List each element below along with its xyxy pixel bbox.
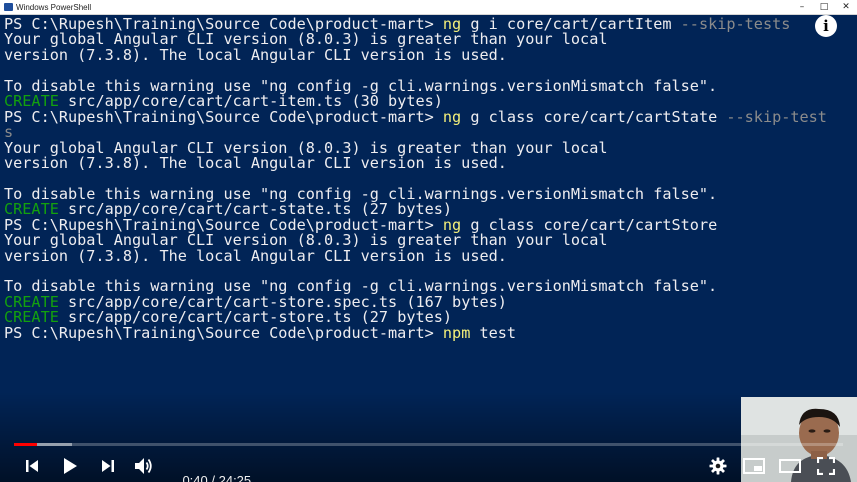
console-line: version (7.3.8). The local Angular CLI v… [4,48,854,63]
console-line: PS C:\Rupesh\Training\Source Code\produc… [4,218,854,233]
play-button[interactable] [56,453,84,479]
miniplayer-button[interactable] [740,453,768,479]
console-text: To disable this warning use "ng config -… [4,78,718,95]
miniplayer-icon [743,458,765,474]
console-text: PS C:\Rupesh\Training\Source Code\produc… [4,17,443,33]
console-text: g i core/cart/cartItem [461,17,681,33]
volume-icon [135,458,152,474]
console-text: src/app/core/cart/cart-item.ts (30 bytes… [58,94,443,110]
progress-played [14,443,37,446]
console-text: Your global Angular CLI version (8.0.3) … [4,140,608,156]
time-separator: / [207,473,219,482]
window-titlebar: Windows PowerShell – □ ✕ [0,0,857,15]
theater-icon [779,459,801,473]
console-output: PS C:\Rupesh\Training\Source Code\produc… [4,17,854,341]
console-text: PS C:\Rupesh\Training\Source Code\produc… [4,109,443,126]
play-icon [64,458,77,474]
create-label: CREATE [4,310,59,326]
console-line: Your global Angular CLI version (8.0.3) … [4,233,854,248]
console-text: s [4,125,14,141]
console-line: version (7.3.8). The local Angular CLI v… [4,156,854,171]
console-line: To disable this warning use "ng config -… [4,79,854,94]
console-line: Your global Angular CLI version (8.0.3) … [4,141,854,156]
console-line: CREATE src/app/core/cart/cart-state.ts (… [4,202,854,217]
console-text: --skip-test [726,109,827,126]
console-line: To disable this warning use "ng config -… [4,279,854,294]
minimize-button[interactable]: – [791,0,813,15]
command-name: ng [442,109,462,126]
console-line: PS C:\Rupesh\Training\Source Code\produc… [4,326,854,341]
console-line: PS C:\Rupesh\Training\Source Code\produc… [4,110,854,125]
player-controls: 0:40 / 24:25 [0,450,857,482]
gear-icon [709,457,727,475]
volume-button[interactable] [130,453,158,479]
console-line: s [4,125,854,140]
fullscreen-icon [817,457,835,475]
console-text: PS C:\Rupesh\Training\Source Code\produc… [4,325,443,342]
console-text: g class core/cart/cartState [461,109,727,126]
progress-bar[interactable] [14,443,843,446]
command-name: npm [442,325,471,342]
next-button[interactable] [94,453,122,479]
time-display: 0:40 / 24:25 [168,458,251,482]
current-time: 0:40 [182,473,208,482]
console-text: PS C:\Rupesh\Training\Source Code\produc… [4,217,443,234]
console-text: src/app/core/cart/cart-store.ts (27 byte… [58,310,453,326]
theater-mode-button[interactable] [776,453,804,479]
console-text: To disable this warning use "ng config -… [4,279,718,295]
console-line: CREATE src/app/core/cart/cart-item.ts (3… [4,94,854,109]
console-text: Your global Angular CLI version (8.0.3) … [4,233,608,249]
info-button[interactable]: i [815,15,837,37]
fullscreen-button[interactable] [812,453,840,479]
console-line: PS C:\Rupesh\Training\Source Code\produc… [4,17,854,32]
console-line: CREATE src/app/core/cart/cart-store.spec… [4,295,854,310]
console-line: To disable this warning use "ng config -… [4,187,854,202]
maximize-button[interactable]: □ [813,0,835,15]
console-line: version (7.3.8). The local Angular CLI v… [4,249,854,264]
console-line: Your global Angular CLI version (8.0.3) … [4,32,854,47]
create-label: CREATE [4,202,59,218]
console-text: version (7.3.8). The local Angular CLI v… [4,248,507,264]
console-text: test [470,325,517,342]
close-window-button[interactable]: ✕ [835,0,857,15]
powershell-icon [4,3,13,11]
console-line: CREATE src/app/core/cart/cart-store.ts (… [4,310,854,325]
skip-next-icon [102,460,114,472]
info-icon: i [823,17,829,35]
console-text: --skip-tests [680,17,791,33]
duration: 24:25 [218,473,252,482]
previous-button[interactable] [18,453,46,479]
command-name: ng [442,17,462,33]
window-title: Windows PowerShell [16,3,92,12]
create-label: CREATE [4,94,59,110]
console-text: src/app/core/cart/cart-store.spec.ts (16… [58,294,507,311]
skip-previous-icon [26,460,38,472]
command-name: ng [442,217,462,234]
console-text: g class core/cart/cartStore [461,217,718,234]
console-text: To disable this warning use "ng config -… [4,186,718,203]
create-label: CREATE [4,294,59,311]
console-text: src/app/core/cart/cart-state.ts (27 byte… [58,202,453,218]
console-text: version (7.3.8). The local Angular CLI v… [4,47,507,64]
console-text: Your global Angular CLI version (8.0.3) … [4,32,608,48]
console-text: version (7.3.8). The local Angular CLI v… [4,155,507,172]
settings-button[interactable] [704,453,732,479]
